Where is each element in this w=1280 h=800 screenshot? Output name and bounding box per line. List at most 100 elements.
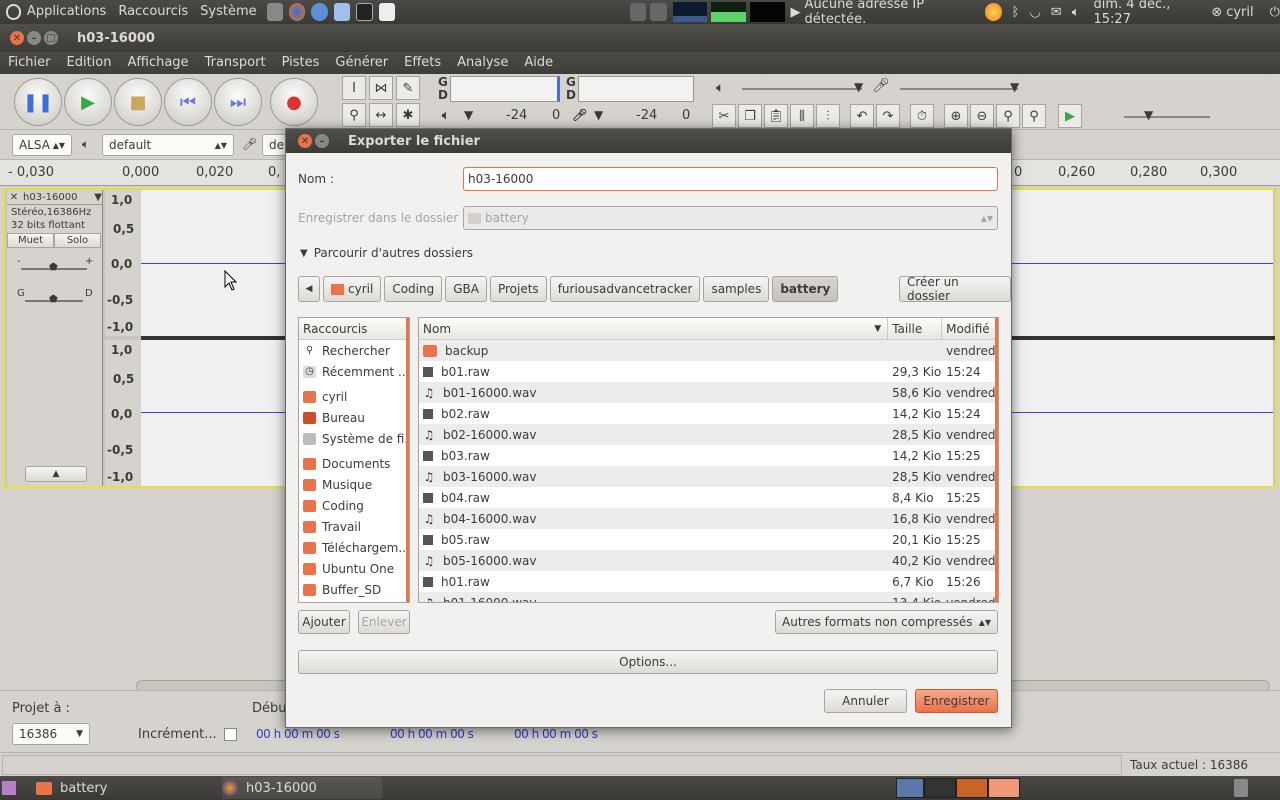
- zoom-in-icon[interactable]: ⊕: [944, 104, 968, 128]
- audacity-titlebar[interactable]: ✕ – □ h03-16000: [0, 24, 1280, 52]
- cut-icon[interactable]: ✂: [712, 104, 736, 128]
- path-samples[interactable]: samples: [703, 276, 770, 302]
- minimize-window-icon[interactable]: –: [27, 31, 41, 45]
- zoom-out-icon[interactable]: ⊖: [970, 104, 994, 128]
- input-volume-thumb[interactable]: ▼: [1010, 80, 1019, 94]
- package-icon[interactable]: [333, 3, 351, 21]
- tray-window-icon[interactable]: [988, 778, 1020, 798]
- user-name[interactable]: cyril: [1226, 5, 1253, 20]
- track-menu-chevron-down-icon[interactable]: ▼: [94, 192, 102, 203]
- menu-aide[interactable]: Aide: [516, 52, 561, 74]
- path-battery[interactable]: battery: [772, 276, 839, 302]
- save-button[interactable]: Enregistrer: [915, 689, 998, 713]
- add-bookmark-button[interactable]: Ajouter: [298, 610, 350, 634]
- undo-icon[interactable]: ↶: [850, 104, 874, 128]
- menu-pistes[interactable]: Pistes: [274, 52, 328, 74]
- snap-checkbox[interactable]: [224, 728, 237, 741]
- weather-icon[interactable]: [985, 3, 1002, 21]
- play-speed-thumb[interactable]: ▼: [1144, 108, 1153, 122]
- play-speed-slider[interactable]: [1124, 116, 1210, 118]
- user-close-icon[interactable]: ⊗: [1211, 5, 1222, 20]
- output-volume-slider[interactable]: [742, 88, 862, 90]
- file-row[interactable]: backup vendredi: [419, 340, 998, 361]
- file-row[interactable]: b04.raw 8,4 Kio 15:25: [419, 487, 998, 508]
- stop-button[interactable]: ■: [114, 78, 162, 126]
- path-gba[interactable]: GBA: [445, 276, 487, 302]
- menu-edition[interactable]: Edition: [59, 52, 120, 74]
- input-volume-slider[interactable]: [900, 88, 1018, 90]
- envelope-tool-icon[interactable]: ⋈: [369, 76, 393, 100]
- taskbar-item-battery[interactable]: battery: [36, 777, 196, 799]
- terminal-icon[interactable]: [356, 3, 373, 21]
- sync-lock-icon[interactable]: ⏱: [910, 104, 934, 128]
- column-modified[interactable]: Modifié: [942, 318, 998, 339]
- column-name[interactable]: Nom ▼: [419, 318, 889, 339]
- menu-fichier[interactable]: Fichier: [0, 52, 59, 74]
- dialog-minimize-icon[interactable]: –: [315, 134, 329, 148]
- record-button[interactable]: ●: [270, 78, 318, 126]
- file-row[interactable]: ♫ h01-16000.wav 13,4 Kio vendredi: [419, 592, 998, 602]
- dialog-titlebar[interactable]: ✕ – Exporter le fichier: [286, 129, 1011, 153]
- file-name-input[interactable]: h03-16000: [463, 167, 998, 191]
- selection-start-time[interactable]: 00 h 00 m 00 s: [256, 727, 340, 741]
- close-window-icon[interactable]: ✕: [10, 31, 24, 45]
- playback-meter-bar[interactable]: [450, 76, 560, 102]
- browse-folders-expander[interactable]: ▼ Parcourir d'autres dossiers: [300, 246, 473, 260]
- menu-transport[interactable]: Transport: [197, 52, 274, 74]
- pan-slider-thumb[interactable]: ⬟: [49, 294, 58, 305]
- audio-position-time[interactable]: 00 h 00 m 00 s: [514, 727, 598, 741]
- file-row[interactable]: b03.raw 14,2 Kio 15:25: [419, 445, 998, 466]
- timeshift-tool-icon[interactable]: ↔: [369, 103, 393, 127]
- track-name[interactable]: h03-16000: [21, 192, 94, 203]
- file-row[interactable]: ♫ b03-16000.wav 28,5 Kio vendredi: [419, 466, 998, 487]
- places-header[interactable]: Raccourcis: [299, 318, 409, 340]
- tools-launcher-icon[interactable]: [266, 3, 283, 21]
- pane-splitter[interactable]: [412, 317, 416, 603]
- draw-tool-icon[interactable]: ✎: [396, 76, 420, 100]
- column-size[interactable]: Taille: [888, 318, 943, 339]
- collapse-track-button[interactable]: ▲: [25, 466, 87, 482]
- tray-firefox-icon[interactable]: [956, 778, 988, 798]
- mail-icon[interactable]: ✉: [1051, 5, 1062, 20]
- meter-speaker-icon[interactable]: 🔈︎: [442, 108, 449, 123]
- track-control-panel[interactable]: ✕ h03-16000 ▼ Stéréo,16386Hz 32 bits flo…: [7, 190, 103, 486]
- text-editor-icon[interactable]: [378, 3, 396, 21]
- selection-end-time[interactable]: 00 h 00 m 00 s: [390, 727, 474, 741]
- wifi-icon[interactable]: ◡: [1029, 5, 1040, 20]
- pause-button[interactable]: ❚❚: [14, 78, 62, 126]
- gain-slider-thumb[interactable]: ⬟: [49, 262, 58, 273]
- dialog-close-icon[interactable]: ✕: [298, 134, 312, 148]
- track-close-icon[interactable]: ✕: [7, 192, 21, 203]
- skip-start-button[interactable]: ⏮: [164, 78, 212, 126]
- trash-icon[interactable]: [1234, 779, 1248, 797]
- place-item[interactable]: Ubuntu One: [299, 558, 409, 579]
- clock[interactable]: dim. 4 déc., 15:27: [1094, 0, 1202, 27]
- file-row[interactable]: ♫ b01-16000.wav 58,6 Kio vendredi: [419, 382, 998, 403]
- copy-icon[interactable]: ❐: [738, 104, 762, 128]
- path-coding[interactable]: Coding: [384, 276, 443, 302]
- path-cyril[interactable]: cyril: [323, 276, 382, 302]
- output-device-select[interactable]: default ▲▼: [102, 134, 234, 156]
- record-meter-bar[interactable]: [578, 76, 694, 102]
- place-item[interactable]: Téléchargem...: [299, 537, 409, 558]
- host-select[interactable]: ALSA ▲▼: [12, 134, 72, 156]
- place-item[interactable]: Bureau: [299, 407, 409, 428]
- play-button[interactable]: ▶: [64, 78, 112, 126]
- options-button[interactable]: Options...: [298, 650, 998, 674]
- zoom-tool-icon[interactable]: ⚲: [342, 103, 366, 127]
- bluetooth-icon[interactable]: ᛒ: [1012, 5, 1020, 20]
- place-item[interactable]: ⚲ Rechercher: [299, 340, 409, 361]
- file-row[interactable]: b05.raw 20,1 Kio 15:25: [419, 529, 998, 550]
- menu-systeme[interactable]: Système: [194, 0, 262, 24]
- menu-generer[interactable]: Générer: [327, 52, 396, 74]
- tray-package-icon[interactable]: [896, 778, 924, 798]
- ubuntu-logo-icon[interactable]: [6, 4, 21, 20]
- network-status-icon[interactable]: ▶: [791, 5, 801, 20]
- meter-mic-icon[interactable]: 🎤︎: [572, 108, 587, 122]
- workspace-1-icon[interactable]: [630, 3, 647, 21]
- file-row[interactable]: ♫ b04-16000.wav 16,8 Kio vendredi: [419, 508, 998, 529]
- skip-end-button[interactable]: ⏭: [214, 78, 262, 126]
- place-item[interactable]: cyril: [299, 386, 409, 407]
- output-volume-thumb[interactable]: ▼: [854, 80, 863, 94]
- place-item[interactable]: Système de fi...: [299, 428, 409, 449]
